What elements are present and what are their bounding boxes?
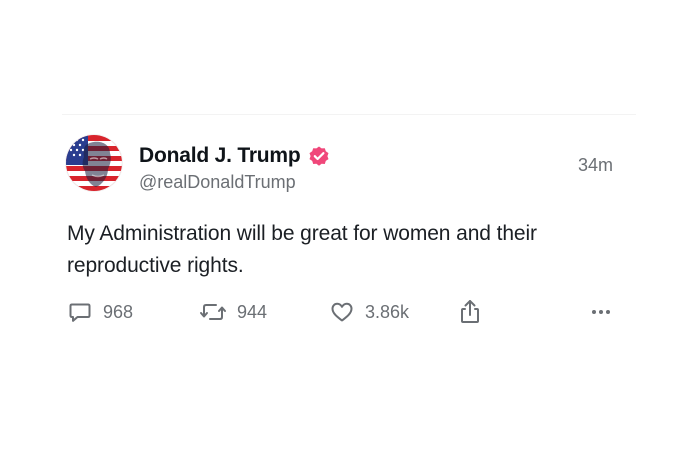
reply-count: 968: [103, 301, 134, 322]
comment-icon: [69, 303, 91, 322]
post-card: Donald J. Trump @realDonaldTrump 34m My …: [0, 0, 680, 466]
like-count: 3.86k: [365, 301, 410, 322]
repost-icon: [200, 304, 226, 320]
post-body-text: My Administration will be great for wome…: [67, 222, 537, 277]
avatar-image: [66, 135, 122, 191]
share-button[interactable]: [457, 296, 483, 328]
like-button[interactable]: 3.86k: [329, 296, 409, 328]
post-actions-bar: 968 944 3.86k: [67, 296, 613, 328]
share-icon: [461, 300, 479, 323]
more-options-icon: [592, 310, 610, 314]
repost-button[interactable]: 944: [199, 296, 267, 328]
post-timestamp[interactable]: 34m: [578, 155, 613, 176]
author-handle[interactable]: @realDonaldTrump: [139, 172, 296, 193]
author-name-row: Donald J. Trump: [139, 143, 331, 169]
verified-badge-icon: [307, 144, 331, 168]
reply-button[interactable]: 968: [67, 296, 133, 328]
avatar[interactable]: [66, 135, 122, 191]
repost-count: 944: [237, 301, 268, 322]
heart-icon: [331, 302, 353, 322]
more-options-button[interactable]: [589, 296, 613, 328]
author-display-name[interactable]: Donald J. Trump: [139, 144, 301, 168]
